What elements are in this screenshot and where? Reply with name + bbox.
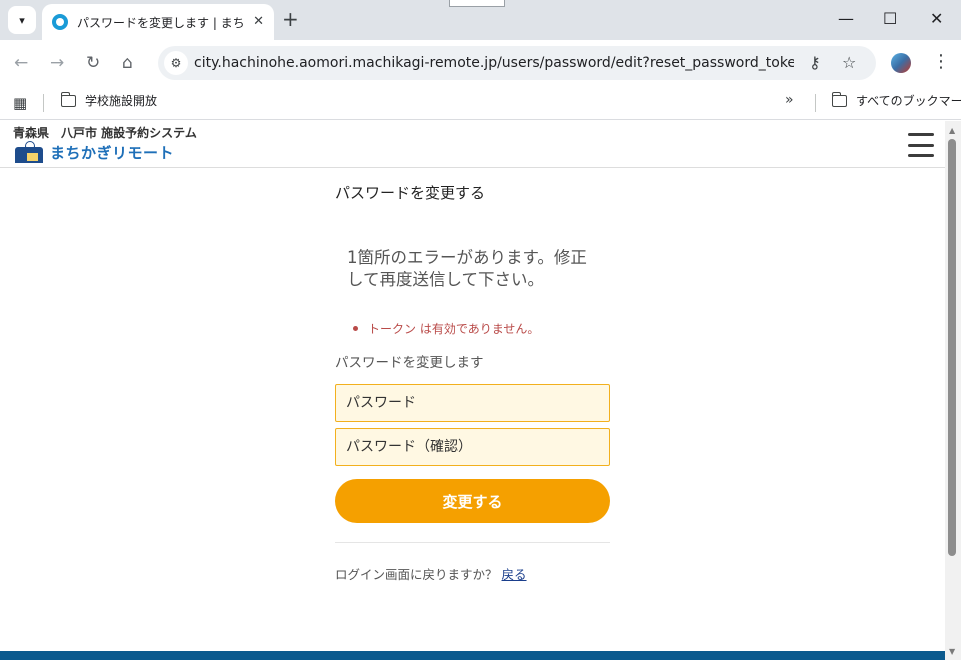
divider	[335, 542, 610, 543]
back-link[interactable]: 戻る	[502, 567, 527, 582]
window-drag-handle[interactable]	[449, 0, 505, 7]
tab-search-button[interactable]: ▾	[8, 6, 36, 34]
menu-kebab-icon[interactable]: ⋮	[932, 52, 950, 72]
maximize-button[interactable]: ☐	[883, 8, 897, 30]
password-confirm-input[interactable]	[335, 428, 610, 466]
apps-grid-icon[interactable]: ▦	[13, 94, 27, 112]
folder-icon	[831, 91, 847, 107]
close-window-button[interactable]: ✕	[930, 8, 943, 30]
back-button[interactable]: ←	[14, 53, 28, 73]
vertical-scrollbar[interactable]: ▲ ▼	[945, 121, 961, 660]
home-button[interactable]: ⌂	[122, 53, 133, 73]
key-icon[interactable]: ⚷	[809, 53, 821, 73]
bookmark-star-icon[interactable]: ☆	[842, 53, 856, 73]
chevron-down-icon: ▾	[19, 13, 25, 27]
forward-button[interactable]: →	[50, 53, 64, 73]
password-input[interactable]	[335, 384, 610, 422]
page-viewport: 青森県 八戸市 施設予約システム まちかぎリモート パスワードを変更する 1箇所…	[0, 121, 945, 660]
scrollbar-thumb[interactable]	[948, 139, 956, 556]
new-tab-button[interactable]: +	[282, 8, 299, 30]
bookmarks-bar: ▦ 学校施設開放 » すべてのブックマーク	[0, 86, 961, 120]
tab-bar: ▾ パスワードを変更します | まちかぎリモート ✕ + — ☐ ✕	[0, 0, 961, 40]
form-subtitle: パスワードを変更します	[335, 355, 484, 371]
site-header: 青森県 八戸市 施設予約システム まちかぎリモート	[0, 121, 945, 168]
all-bookmarks-folder[interactable]: すべてのブックマーク	[831, 91, 961, 109]
address-bar[interactable]: ⚙ city.hachinohe.aomori.machikagi-remote…	[158, 46, 876, 80]
tab-title: パスワードを変更します | まちかぎリモート	[77, 15, 245, 30]
more-bookmarks-icon[interactable]: »	[785, 92, 794, 108]
reload-button[interactable]: ↻	[86, 53, 100, 73]
error-list-item: トークン は有効でありません。	[353, 320, 539, 337]
bookmark-separator	[815, 94, 816, 112]
site-favicon-icon	[52, 14, 68, 30]
url-text[interactable]: city.hachinohe.aomori.machikagi-remote.j…	[194, 55, 794, 71]
login-prompt: ログイン画面に戻りますか？	[335, 567, 498, 582]
site-info-icon[interactable]: ⚙	[164, 51, 188, 75]
all-bookmarks-label: すべてのブックマーク	[856, 94, 961, 108]
page-title: パスワードを変更する	[335, 184, 486, 202]
bullet-icon	[353, 326, 358, 331]
folder-icon	[60, 91, 76, 107]
browser-toolbar: ← → ↻ ⌂ ⚙ city.hachinohe.aomori.machikag…	[0, 40, 961, 86]
footer-bar	[0, 651, 945, 660]
bookmark-folder-label: 学校施設開放	[85, 94, 158, 108]
bookmark-folder[interactable]: 学校施設開放	[60, 91, 158, 109]
active-tab[interactable]: パスワードを変更します | まちかぎリモート ✕	[42, 4, 274, 40]
close-tab-icon[interactable]: ✕	[253, 14, 264, 29]
error-message: トークン は有効でありません。	[368, 322, 540, 336]
back-to-login-row: ログイン画面に戻りますか？ 戻る	[335, 564, 527, 583]
site-subtitle: 青森県 八戸市 施設予約システム	[13, 126, 197, 140]
scroll-up-arrow-icon[interactable]: ▲	[949, 126, 955, 135]
change-password-button[interactable]: 変更する	[335, 479, 610, 523]
hamburger-menu-icon[interactable]	[908, 133, 934, 157]
minimize-button[interactable]: —	[838, 8, 854, 30]
house-logo-icon	[15, 140, 43, 163]
profile-avatar[interactable]	[891, 53, 911, 73]
scroll-down-arrow-icon[interactable]: ▼	[949, 647, 955, 656]
logo-text: まちかぎリモート	[50, 144, 175, 162]
site-logo[interactable]: まちかぎリモート	[15, 140, 175, 163]
error-summary: 1箇所のエラーがあります。修正して再度送信して下さい。	[347, 248, 587, 289]
bookmark-separator	[43, 94, 44, 112]
